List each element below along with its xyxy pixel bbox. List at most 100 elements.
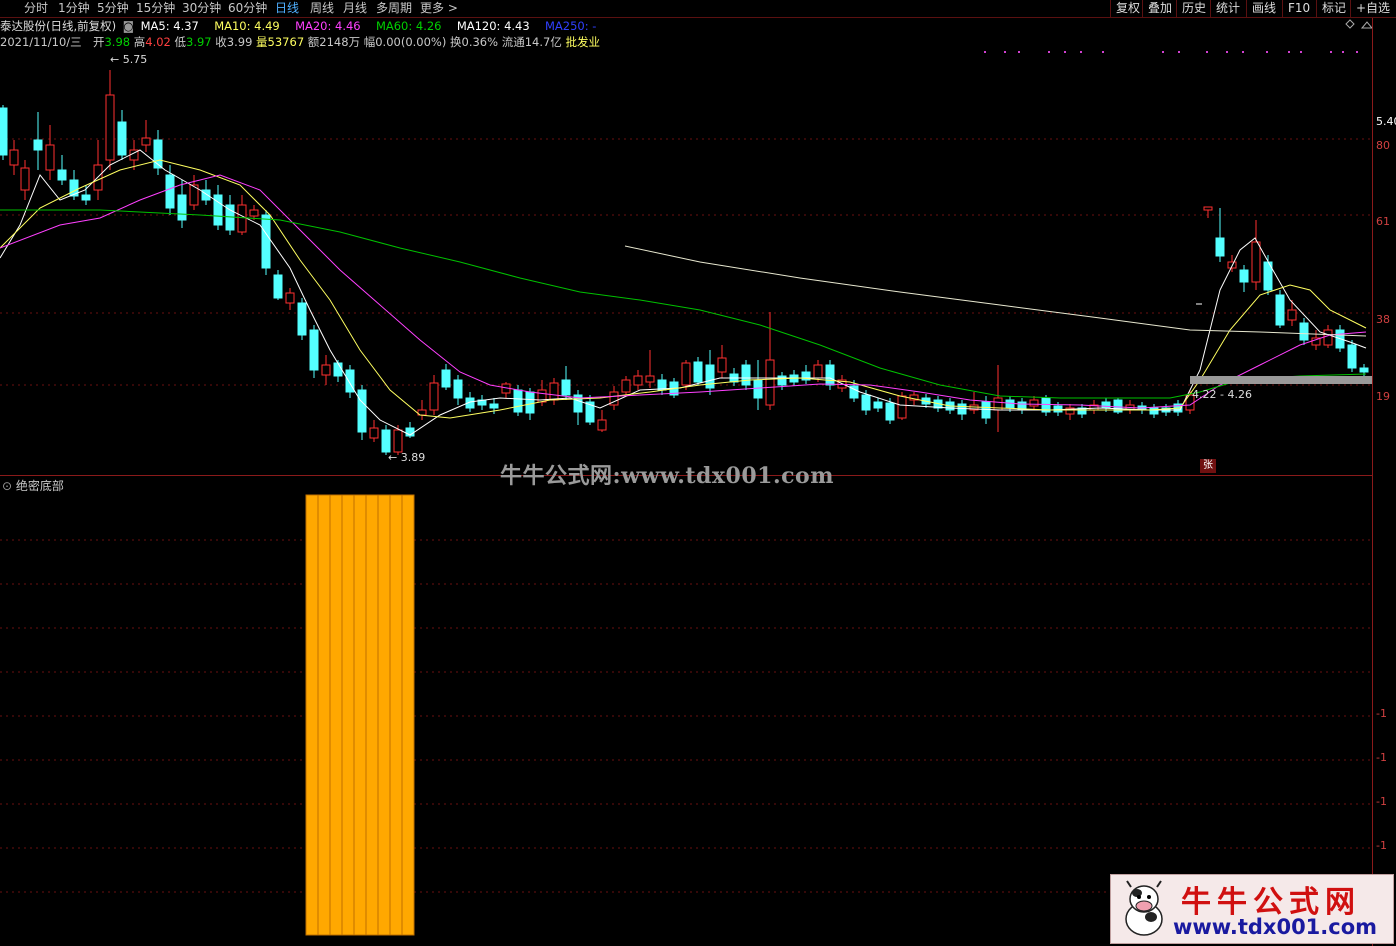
candle [1287, 300, 1297, 326]
candle [45, 125, 55, 180]
indicator-bar [329, 494, 343, 936]
range-annotation: 4.22 - 4.26 [1192, 388, 1252, 401]
signal-dot [1342, 51, 1344, 53]
sub-axis-label: -1 [1376, 751, 1387, 764]
candle [405, 422, 415, 438]
candle [561, 366, 571, 400]
high-annotation: ← 5.75 [110, 53, 148, 66]
candle [753, 360, 763, 410]
candle [9, 140, 19, 175]
signal-dot [1206, 51, 1208, 53]
candle [1113, 398, 1123, 414]
candle [1227, 255, 1237, 272]
candle [729, 368, 739, 386]
signal-dot [1242, 51, 1244, 53]
candle [777, 372, 787, 390]
price-range-band [1190, 376, 1372, 384]
candle [225, 195, 235, 235]
candle [1077, 404, 1087, 418]
candle [573, 390, 583, 425]
indicator-bar [377, 494, 391, 936]
indicator-bar [341, 494, 355, 936]
sub-axis-label: -1 [1376, 707, 1387, 720]
candle [1251, 220, 1261, 290]
candle [189, 175, 199, 210]
candle [453, 375, 463, 405]
candle [1149, 404, 1159, 418]
candle [117, 110, 127, 160]
chevron-down-icon[interactable]: ⊙ [2, 479, 12, 493]
candle [621, 376, 631, 395]
axis-label: 19 [1376, 390, 1390, 403]
candle [1041, 395, 1051, 416]
candle [873, 398, 883, 412]
candle [501, 382, 511, 398]
candle [1239, 265, 1249, 292]
indicator-title[interactable]: ⊙ 绝密底部 [2, 477, 64, 494]
candle [1089, 400, 1099, 414]
indicator-bar [353, 494, 367, 936]
candle [717, 345, 727, 378]
candle [969, 392, 979, 414]
candle [357, 385, 367, 440]
candle [105, 70, 115, 170]
candle [177, 180, 187, 228]
candle [801, 365, 811, 384]
watermark-text: 牛牛公式网:www.tdx001.com [500, 463, 834, 489]
signal-dot [1018, 51, 1020, 53]
sub-axis-label: -1 [1376, 839, 1387, 852]
candle [597, 410, 607, 432]
candle [825, 360, 835, 390]
indicator-name: 绝密底部 [15, 479, 64, 493]
site-logo: 牛牛公式网 www.tdx001.com [1110, 874, 1394, 944]
candle [285, 288, 295, 310]
signal-dot [1226, 51, 1228, 53]
candle [0, 105, 8, 160]
candle [33, 112, 43, 170]
signal-dot [1300, 51, 1302, 53]
signal-dot [1102, 51, 1104, 53]
candle [345, 365, 355, 398]
logo-url-text: www.tdx001.com [1173, 915, 1378, 939]
candle [441, 364, 451, 390]
axis-label: 80 [1376, 139, 1390, 152]
indicator-bar [389, 494, 403, 936]
candle [429, 375, 439, 415]
candle [1017, 398, 1027, 414]
signal-dot [1266, 51, 1268, 53]
cow-icon [1125, 880, 1163, 936]
signal-dot [1330, 51, 1332, 53]
signal-dot [1288, 51, 1290, 53]
candle [297, 298, 307, 340]
signal-dot [1004, 51, 1006, 53]
candle [633, 370, 643, 390]
candle [309, 325, 319, 378]
candle [141, 120, 151, 152]
candle [273, 270, 283, 300]
axis-label: 61 [1376, 215, 1390, 228]
candle [957, 400, 967, 420]
limit-up-badge: 张 [1200, 459, 1216, 473]
price-axis-border [1372, 18, 1373, 946]
indicator-bar [317, 494, 331, 936]
candle [813, 360, 823, 382]
candle [693, 357, 703, 385]
candle [993, 365, 1003, 432]
signal-dot [1356, 51, 1358, 53]
candle [657, 374, 667, 395]
candle [549, 378, 559, 405]
candle [1347, 340, 1357, 372]
signal-dot [1178, 51, 1180, 53]
indicator-bar [305, 494, 319, 936]
sub-axis-label: -1 [1376, 795, 1387, 808]
signal-dot [984, 51, 986, 53]
candle [93, 140, 103, 200]
candle [321, 355, 331, 385]
indicator-bar [365, 494, 379, 936]
candle [369, 420, 379, 442]
candle [609, 386, 619, 410]
signal-dot [1162, 51, 1164, 53]
candle [1275, 290, 1285, 328]
candle [57, 155, 67, 185]
signal-dot [1064, 51, 1066, 53]
